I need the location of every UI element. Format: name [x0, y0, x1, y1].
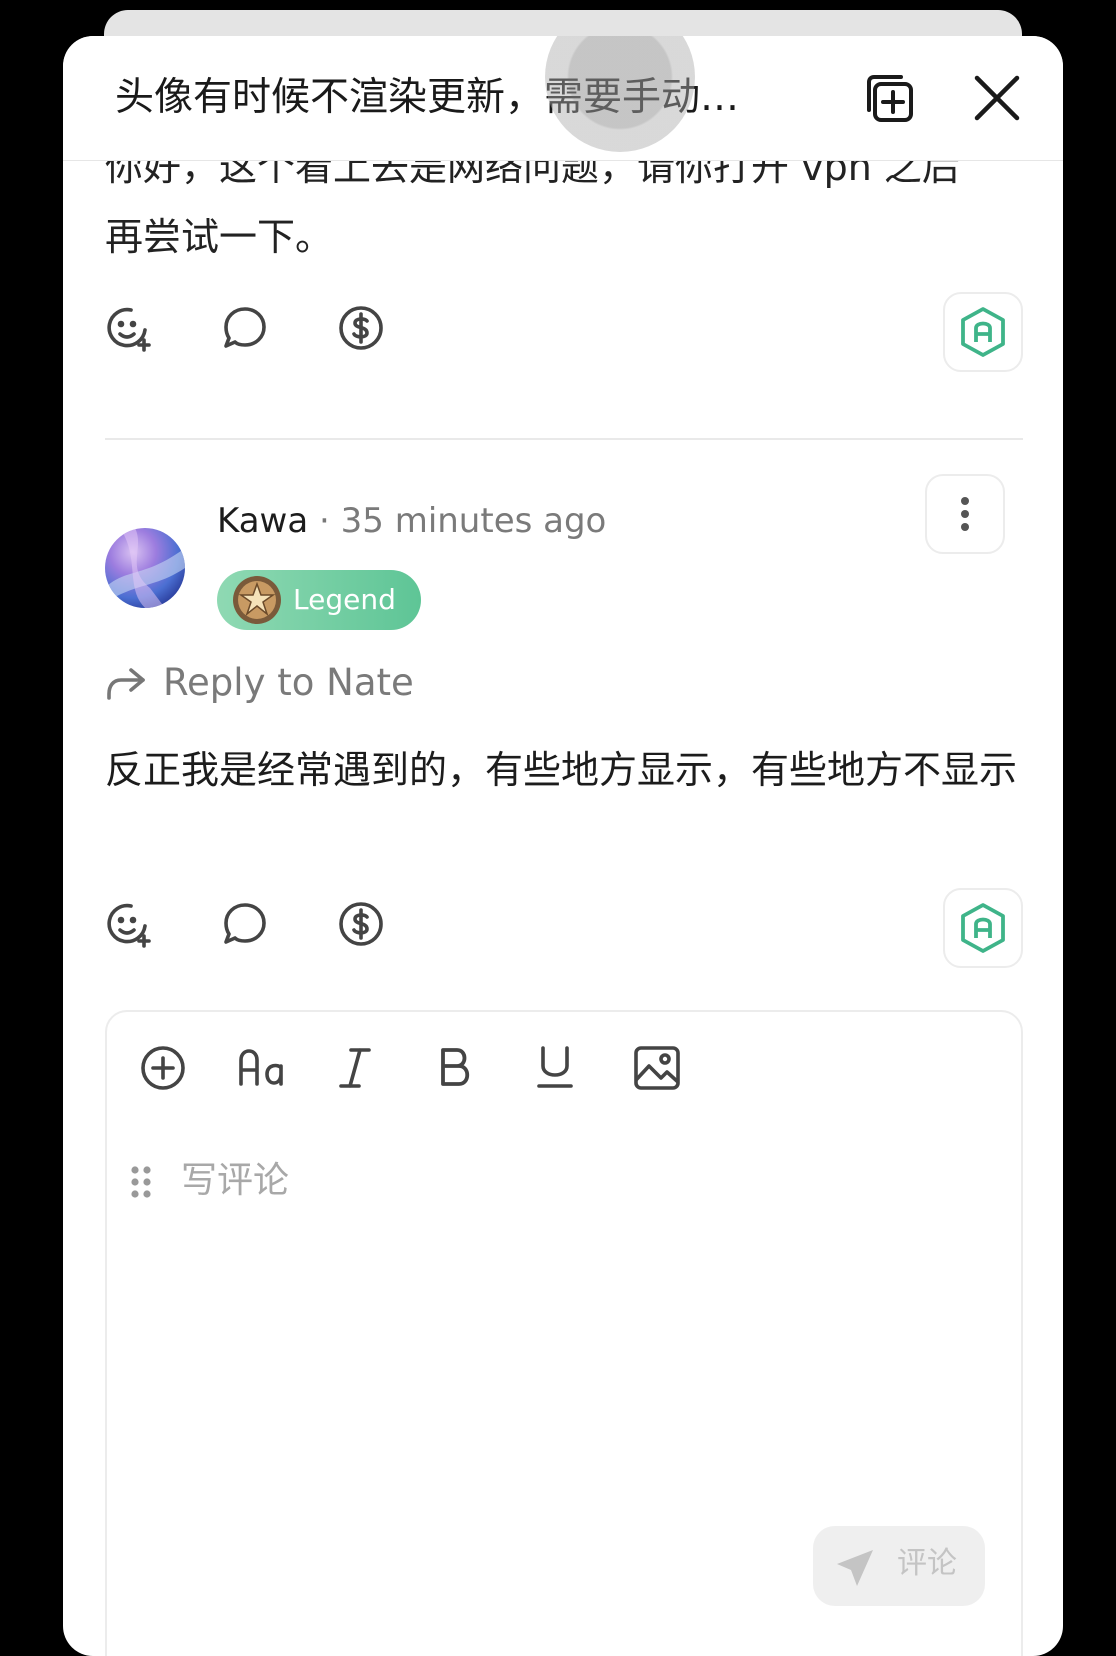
- bold-button[interactable]: [429, 1042, 481, 1094]
- bold-icon: [441, 1048, 470, 1086]
- drag-handle-icon[interactable]: [129, 1164, 153, 1200]
- comment-button[interactable]: [221, 900, 269, 948]
- tip-button[interactable]: [337, 900, 385, 948]
- timestamp: 35 minutes ago: [340, 501, 607, 541]
- previous-comment-line2: 再尝试一下。: [105, 215, 334, 259]
- comment-bubble-icon: [224, 903, 266, 944]
- ai-button[interactable]: [943, 292, 1023, 372]
- avatar[interactable]: [105, 528, 185, 608]
- add-to-collection-button[interactable]: [861, 70, 917, 126]
- previous-comment-actions: [105, 292, 1023, 372]
- image-icon: [634, 1046, 680, 1090]
- italic-button[interactable]: [329, 1042, 381, 1094]
- send-icon: [837, 1550, 873, 1586]
- add-emoji-reaction-icon: [107, 903, 151, 948]
- comment-sheet: 你好，这个看上去是网络问题，请你打开 vpn 之后 再尝试一下。 Kawa · …: [63, 36, 1063, 1656]
- underline-button[interactable]: [529, 1042, 581, 1094]
- more-options-button[interactable]: [925, 474, 1005, 554]
- add-emoji-reaction-icon: [107, 307, 151, 352]
- reply-actions: [105, 888, 1023, 968]
- italic-icon: [339, 1048, 371, 1088]
- badge-label: Legend: [293, 583, 396, 616]
- close-button[interactable]: [969, 70, 1025, 126]
- reply-author-line: Kawa · 35 minutes ago: [217, 498, 606, 544]
- add-to-collection-icon: [867, 75, 913, 122]
- text-size-icon: [239, 1049, 283, 1086]
- reply-arrow-icon: [107, 668, 145, 700]
- more-vertical-icon: [961, 497, 969, 531]
- add-reaction-button[interactable]: [105, 900, 153, 948]
- reply-to-label: Reply to Nate: [163, 661, 414, 704]
- insert-image-button[interactable]: [631, 1042, 683, 1094]
- comment-editor[interactable]: 写评论 评论: [105, 1010, 1023, 1656]
- ai-button[interactable]: [943, 888, 1023, 968]
- submit-label: 评论: [897, 1546, 957, 1581]
- comment-placeholder[interactable]: 写评论: [181, 1156, 289, 1206]
- legend-badge: Legend: [217, 570, 421, 630]
- comment-bubble-icon: [224, 307, 266, 348]
- insert-button[interactable]: [137, 1042, 189, 1094]
- author-name[interactable]: Kawa: [217, 501, 308, 541]
- add-icon: [141, 1046, 185, 1090]
- comment-button[interactable]: [221, 304, 269, 352]
- reply-body: 反正我是经常遇到的，有些地方显示，有些地方不显示: [105, 748, 1018, 792]
- medal-icon: [233, 576, 281, 624]
- dollar-tip-icon: [339, 902, 383, 946]
- underline-icon: [537, 1046, 573, 1088]
- ai-hexagon-icon: [961, 903, 1005, 953]
- dollar-tip-icon: [339, 306, 383, 350]
- ai-hexagon-icon: [961, 307, 1005, 357]
- add-reaction-button[interactable]: [105, 304, 153, 352]
- submit-comment-button[interactable]: 评论: [813, 1526, 985, 1606]
- meta-separator: ·: [308, 501, 341, 541]
- close-icon: [974, 75, 1020, 121]
- tip-button[interactable]: [337, 304, 385, 352]
- comment-divider: [105, 438, 1023, 440]
- text-size-button[interactable]: [237, 1042, 289, 1094]
